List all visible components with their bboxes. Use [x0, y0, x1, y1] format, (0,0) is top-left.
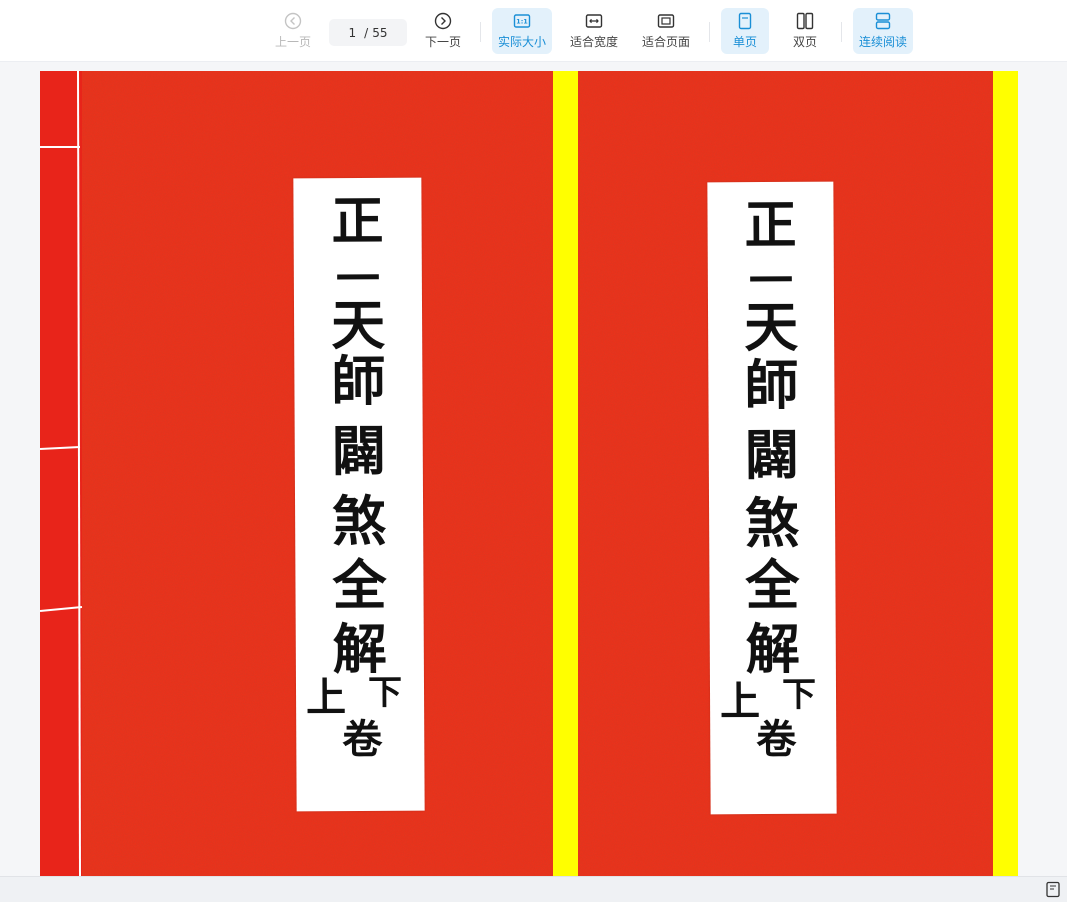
title-char: 全: [332, 552, 387, 618]
next-page-button[interactable]: 下一页: [419, 8, 467, 54]
title-char: 師: [331, 348, 386, 414]
viewer-toolbar: 上一页 1 / 55 下一页 1:1 实际大小 适合宽度 适合页面 单页 双页 …: [0, 0, 1067, 62]
one-to-one-icon: 1:1: [513, 14, 531, 28]
page-indicator[interactable]: 1 / 55: [329, 19, 407, 46]
right-title-slip: 正 一 天 師 闢 煞 全 解 上 下 卷: [707, 181, 837, 815]
title-char: 闢: [744, 422, 799, 488]
fit-page-button[interactable]: 适合页面: [636, 8, 696, 54]
volume-label: 上: [719, 678, 761, 726]
double-page-button[interactable]: 双页: [781, 8, 829, 54]
left-title-slip: 正 一 天 師 闢 煞 全 解 上 下 卷: [293, 177, 425, 812]
total-pages: 55: [372, 25, 388, 40]
title-char: 天: [330, 292, 386, 358]
document-viewport[interactable]: 正 一 天 師 闢 煞 全 解 上 下 卷 正 一 天 師 闢 煞 全 解 上 …: [0, 62, 1067, 876]
page-edge: [993, 71, 1018, 876]
page-icon[interactable]: [1045, 881, 1061, 898]
continuous-scroll-icon: [875, 12, 891, 30]
actual-size-button[interactable]: 1:1 实际大小: [492, 8, 552, 54]
page-edge: [553, 71, 578, 876]
title-char: 解: [332, 616, 387, 682]
title-char: 全: [745, 552, 800, 618]
single-page-button[interactable]: 单页: [721, 8, 769, 54]
prev-page-button[interactable]: 上一页: [269, 8, 317, 54]
title-char: 師: [744, 352, 799, 418]
book-cover-scan: [40, 71, 1018, 876]
volume-label: 卷: [756, 715, 797, 764]
title-char: 正: [744, 194, 797, 257]
next-page-label: 下一页: [424, 35, 461, 49]
fit-page-icon: [657, 14, 675, 28]
chevron-right-circle-icon: [434, 12, 452, 30]
fit-page-label: 适合页面: [641, 35, 690, 49]
page-image: 正 一 天 師 闢 煞 全 解 上 下 卷 正 一 天 師 闢 煞 全 解 上 …: [40, 71, 1018, 876]
double-page-icon: [796, 12, 814, 30]
title-char: 正: [331, 190, 384, 253]
title-char: 闢: [331, 418, 386, 484]
continuous-read-label: 连续阅读: [858, 35, 907, 49]
toolbar-divider: [480, 22, 481, 42]
fit-width-icon: [585, 14, 603, 28]
chevron-left-circle-icon: [284, 12, 302, 30]
title-char: 解: [745, 616, 800, 682]
toolbar-divider: [709, 22, 710, 42]
double-page-label: 双页: [792, 35, 817, 49]
title-char: 天: [743, 294, 799, 360]
page-separator: /: [364, 25, 369, 40]
single-page-label: 单页: [732, 35, 757, 49]
prev-page-label: 上一页: [274, 35, 311, 49]
single-page-icon: [738, 12, 752, 30]
volume-label: 卷: [342, 715, 383, 764]
one-to-one-icon-text: 1:1: [516, 18, 528, 26]
fit-width-label: 适合宽度: [569, 35, 618, 49]
binding-spine: [40, 71, 82, 876]
continuous-read-button[interactable]: 连续阅读: [853, 8, 913, 54]
title-char: 煞: [331, 488, 387, 554]
volume-label: 上: [305, 674, 347, 722]
toolbar-divider: [841, 22, 842, 42]
actual-size-label: 实际大小: [497, 35, 546, 49]
volume-label: 下: [781, 674, 817, 715]
fit-width-button[interactable]: 适合宽度: [564, 8, 624, 54]
title-char: 煞: [744, 490, 800, 556]
status-bar: [0, 876, 1067, 902]
current-page-input[interactable]: 1: [349, 26, 357, 40]
volume-label: 下: [367, 672, 403, 713]
